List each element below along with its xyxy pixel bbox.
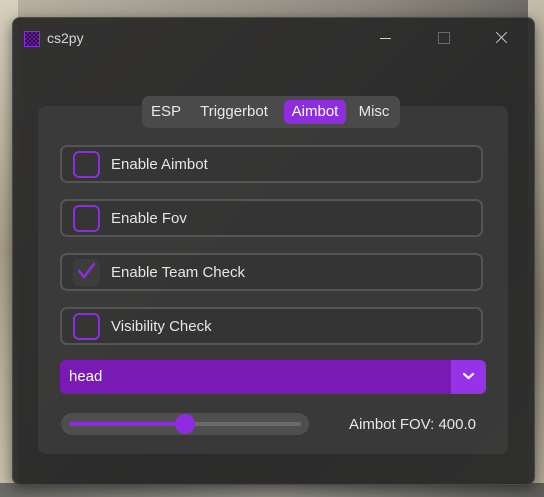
visibility-check-option[interactable]: Visibility Check [60,307,483,345]
background-bottom [0,483,544,497]
tab-misc[interactable]: Misc [354,100,394,124]
enable-fov-checkbox[interactable] [73,205,100,232]
maximize-button[interactable] [429,26,459,50]
visibility-check-checkbox[interactable] [73,313,100,340]
enable-fov-label: Enable Fov [111,210,187,227]
enable-fov-option[interactable]: Enable Fov [60,199,483,237]
tab-triggerbot[interactable]: Triggerbot [194,100,274,124]
visibility-check-label: Visibility Check [111,318,212,335]
fov-slider-rest [185,422,301,426]
checkmark-icon [78,262,95,279]
minimize-button[interactable] [371,26,401,50]
close-button[interactable] [487,26,517,50]
enable-aimbot-option[interactable]: Enable Aimbot [60,145,483,183]
maximize-icon [438,32,450,44]
enable-aimbot-checkbox[interactable] [73,151,100,178]
team-check-checkbox[interactable] [73,259,100,286]
target-bone-select[interactable]: head [60,360,486,394]
tab-esp[interactable]: ESP [150,100,182,124]
tab-aimbot[interactable]: Aimbot [284,100,346,124]
target-bone-value: head [69,368,103,385]
fov-slider-fill [69,422,185,426]
chevron-down-icon [462,372,475,380]
team-check-option[interactable]: Enable Team Check [60,253,483,291]
minimize-icon [380,38,391,39]
app-window: cs2py ESP Triggerbot Aimbot Misc Enable … [12,17,535,485]
fov-value-label: Aimbot FOV: 400.0 [349,416,477,433]
dropdown-toggle-button[interactable] [451,360,486,394]
title-bar[interactable]: cs2py [13,18,534,58]
app-logo-icon [24,31,40,47]
tab-bar: ESP Triggerbot Aimbot Misc [142,96,400,128]
window-title: cs2py [47,30,84,46]
fov-slider-handle[interactable] [175,414,195,434]
fov-slider[interactable] [61,413,309,435]
enable-aimbot-label: Enable Aimbot [111,156,208,173]
team-check-label: Enable Team Check [111,264,245,281]
